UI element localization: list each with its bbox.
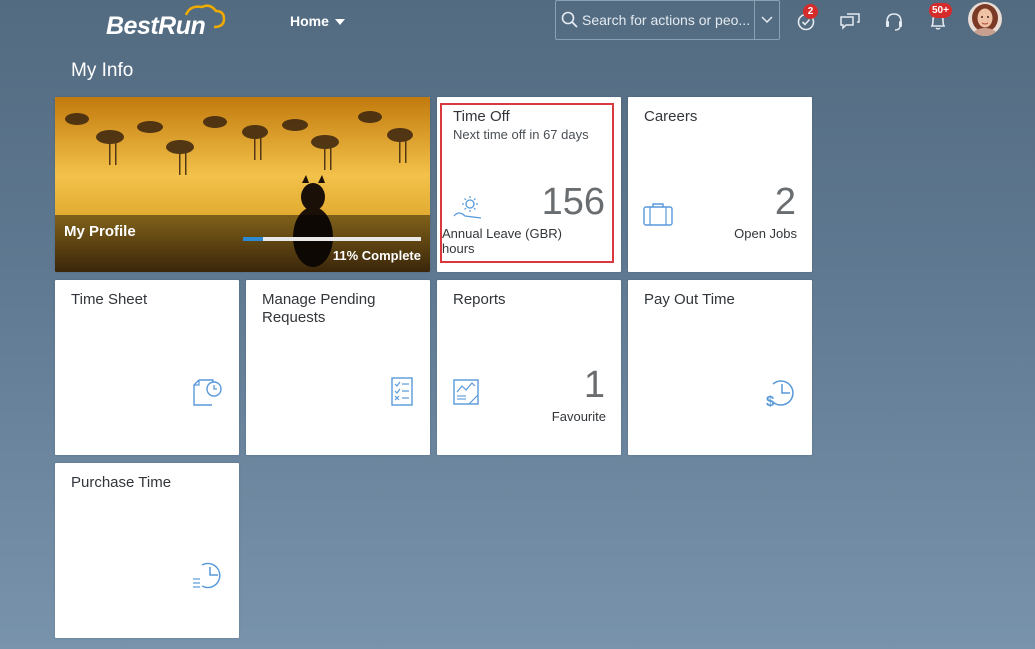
chevron-down-icon <box>761 16 773 24</box>
shell-header: BestRun Home 2 <box>0 0 1035 42</box>
notifications-button[interactable]: 50+ <box>926 3 952 33</box>
headset-icon <box>886 13 902 31</box>
tile-unit: Favourite <box>551 409 606 424</box>
tile-title: Purchase Time <box>71 474 172 491</box>
tile-title: Time Off <box>453 108 510 125</box>
tile-title: Careers <box>644 108 698 125</box>
report-chart-icon <box>453 379 479 405</box>
tile-title: Time Sheet <box>71 291 148 308</box>
approvals-button[interactable]: 2 <box>796 4 820 33</box>
page-title: My Info <box>71 60 134 81</box>
time-sheet-tile[interactable]: Time Sheet <box>55 280 239 455</box>
search-scope-dropdown[interactable] <box>754 1 779 39</box>
briefcase-icon <box>643 203 673 226</box>
chat-bubbles-icon <box>840 13 860 30</box>
manage-pending-requests-tile[interactable]: Manage Pending Requests <box>246 280 430 455</box>
document-clock-icon <box>193 379 222 406</box>
reports-tile[interactable]: Reports 1 Favourite <box>437 280 621 455</box>
bestrun-logo[interactable]: BestRun <box>106 3 230 41</box>
purchase-time-tile[interactable]: Purchase Time <box>55 463 239 638</box>
search-icon[interactable] <box>561 11 579 29</box>
profile-progress-fill <box>243 237 263 241</box>
profile-progress-text: 11% Complete <box>332 248 421 263</box>
profile-progress-bar <box>243 237 421 241</box>
notifications-badge: 50+ <box>929 3 952 18</box>
tile-subtitle: Next time off in 67 days <box>453 127 589 142</box>
feedback-button[interactable] <box>838 9 862 33</box>
search-box <box>555 0 780 40</box>
dollar-clock-icon: $ <box>766 380 794 410</box>
my-profile-label: My Profile <box>64 223 136 240</box>
tile-number: 2 <box>774 181 796 223</box>
profile-banner-image <box>55 97 430 272</box>
sun-rest-icon <box>453 196 482 219</box>
my-profile-tile[interactable]: My Profile 11% Complete <box>55 97 430 272</box>
tile-title: Manage Pending Requests <box>262 291 376 326</box>
search-input[interactable] <box>582 1 754 39</box>
tile-number: 156 <box>541 181 605 223</box>
pay-out-time-tile[interactable]: Pay Out Time $ <box>628 280 812 455</box>
checklist-icon <box>391 377 413 406</box>
user-avatar[interactable] <box>968 2 1002 36</box>
support-button[interactable] <box>882 9 906 33</box>
tile-unit: Annual Leave (GBR) hours <box>442 226 562 256</box>
tile-title: Pay Out Time <box>644 291 735 308</box>
logo-text: BestRun <box>106 12 206 40</box>
careers-tile[interactable]: Careers 2 Open Jobs <box>628 97 812 272</box>
tile-number: 1 <box>583 364 605 406</box>
list-clock-icon <box>193 562 221 589</box>
tile-title: Reports <box>453 291 506 308</box>
svg-text:$: $ <box>766 393 775 410</box>
time-off-tile[interactable]: Time Off Next time off in 67 days 156 An… <box>437 97 621 272</box>
avatar-photo <box>968 2 1002 36</box>
chevron-down-icon <box>334 19 345 25</box>
tile-unit: Open Jobs <box>734 226 797 241</box>
home-menu-button[interactable]: Home <box>290 11 345 31</box>
approvals-badge: 2 <box>803 4 818 19</box>
home-label: Home <box>290 13 329 29</box>
